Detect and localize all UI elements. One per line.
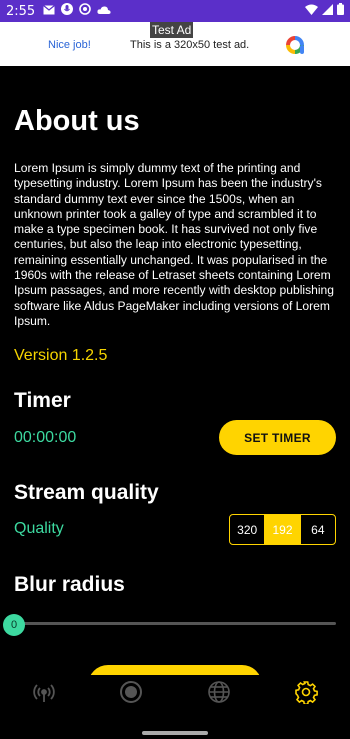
ad-text: This is a 320x50 test ad. bbox=[130, 39, 250, 51]
quality-option-192[interactable]: 192 bbox=[264, 515, 300, 544]
quality-option-64[interactable]: 64 bbox=[299, 515, 335, 544]
globe-icon bbox=[207, 680, 231, 709]
blur-slider-thumb[interactable]: 0 bbox=[3, 614, 25, 636]
timer-title: Timer bbox=[14, 389, 71, 412]
bottom-nav bbox=[0, 675, 350, 713]
status-time: 2:55 bbox=[6, 3, 36, 19]
version-label: Version 1.2.5 bbox=[14, 347, 108, 364]
admob-logo-icon bbox=[283, 33, 307, 57]
quality-selector: 320 192 64 bbox=[229, 514, 336, 545]
nav-settings[interactable] bbox=[263, 675, 350, 713]
settings-gear-icon bbox=[294, 680, 319, 709]
radio-tower-icon bbox=[32, 680, 56, 709]
signal-icon bbox=[322, 2, 333, 20]
blur-radius-title: Blur radius bbox=[14, 573, 125, 596]
timer-value: 00:00:00 bbox=[14, 429, 77, 446]
set-timer-button[interactable]: SET TIMER bbox=[219, 420, 336, 455]
mic-icon bbox=[61, 2, 74, 20]
nav-radio[interactable] bbox=[0, 675, 88, 713]
page-title: About us bbox=[14, 105, 140, 137]
nav-record[interactable] bbox=[88, 675, 176, 713]
no-disturb-icon bbox=[79, 2, 92, 20]
ad-nice-text: Nice job! bbox=[48, 39, 91, 51]
blur-slider-track[interactable] bbox=[14, 622, 336, 625]
record-icon bbox=[119, 680, 143, 709]
stream-quality-title: Stream quality bbox=[14, 481, 159, 504]
ad-tag: Test Ad bbox=[150, 22, 194, 38]
quality-option-320[interactable]: 320 bbox=[230, 515, 264, 544]
gmail-icon bbox=[43, 2, 56, 20]
nav-globe[interactable] bbox=[175, 675, 263, 713]
about-text: Lorem Ipsum is simply dummy text of the … bbox=[14, 161, 334, 328]
quality-label: Quality bbox=[14, 520, 64, 537]
wifi-icon bbox=[305, 2, 318, 20]
cloud-icon bbox=[97, 2, 111, 20]
home-indicator[interactable] bbox=[142, 731, 208, 735]
status-bar: 2:55 bbox=[0, 0, 350, 22]
battery-icon bbox=[337, 2, 344, 20]
